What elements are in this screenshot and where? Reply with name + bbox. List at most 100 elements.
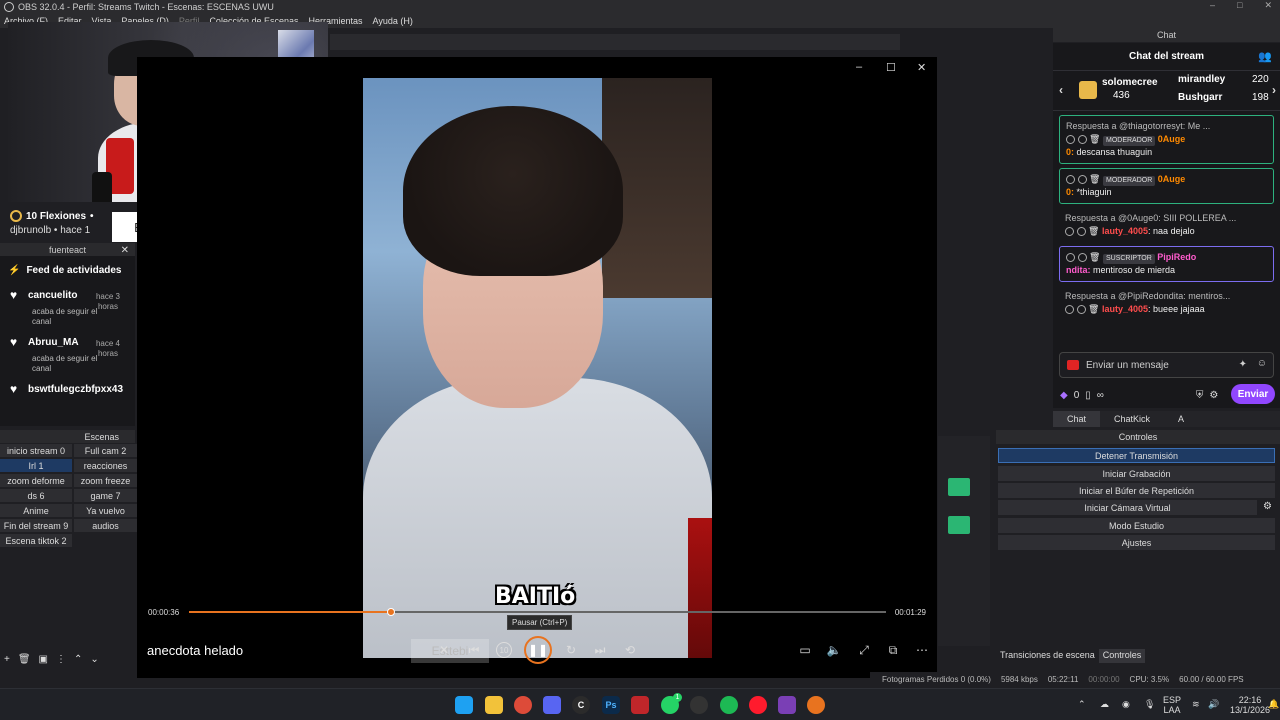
virtual-camera-button[interactable]: Iniciar Cámara Virtual [998, 500, 1257, 515]
scene-item[interactable]: Ya vuelvo [74, 504, 137, 517]
shield-icon[interactable]: ⛨ [1196, 390, 1204, 401]
forward-30-icon[interactable]: ↻ [560, 639, 582, 661]
seek-bar[interactable] [189, 608, 886, 616]
smiley-icon[interactable]: ☺ [1257, 358, 1267, 369]
green-toggle[interactable] [948, 516, 970, 534]
notification-icon[interactable]: 🔔 [1268, 699, 1279, 709]
tab-transitions[interactable]: Transiciones de escena [996, 649, 1099, 663]
tab-chatkick[interactable]: ChatKick [1100, 411, 1164, 427]
studio-mode-button[interactable]: Modo Estudio [998, 518, 1275, 533]
scene-item[interactable]: Escena tiktok 2 [0, 534, 72, 547]
mic-icon[interactable]: 🎙 [1144, 699, 1155, 709]
trash-icon[interactable]: 🗑 [18, 654, 31, 665]
stop-stream-button[interactable]: Detener Transmisión [998, 448, 1275, 463]
ban-icon[interactable] [1066, 135, 1075, 145]
trash-icon[interactable]: 🗑 [1088, 226, 1099, 236]
ban-icon[interactable] [1066, 175, 1075, 185]
send-button[interactable]: Enviar [1231, 384, 1275, 404]
move-down-icon[interactable]: ⌄ [90, 654, 98, 665]
scene-item[interactable]: zoom deforme [0, 474, 72, 487]
close-icon[interactable]: ✕ [917, 61, 926, 74]
wifi-icon[interactable]: ≋ [1192, 699, 1200, 709]
previous-icon[interactable]: ⏮ [463, 639, 485, 661]
scene-item[interactable]: inicio stream 0 [0, 444, 72, 457]
ban-icon[interactable] [1066, 253, 1075, 263]
move-up-icon[interactable]: ⌃ [74, 654, 82, 665]
repeat-off-icon[interactable]: ⟲ [619, 639, 641, 661]
next-icon[interactable]: ⏭ [589, 639, 611, 661]
file-explorer-icon[interactable] [485, 696, 503, 714]
emote-icon[interactable]: ✦ [1239, 359, 1247, 370]
close-dock-icon[interactable]: ✕ [121, 245, 129, 256]
maximize-icon[interactable]: □ [1237, 0, 1242, 11]
fullscreen-icon[interactable]: ⤢ [853, 639, 875, 661]
virtual-camera-settings-icon[interactable]: ⚙ [1263, 501, 1272, 512]
scene-item[interactable]: Anime [0, 504, 72, 517]
trash-icon[interactable]: 🗑 [1088, 304, 1099, 314]
timeout-icon[interactable] [1077, 135, 1087, 145]
cloud-icon[interactable]: ☁ [1100, 699, 1109, 709]
subtitles-icon[interactable]: ▭ [794, 639, 816, 661]
chevron-right-icon[interactable]: › [1272, 83, 1276, 97]
maximize-icon[interactable]: ☐ [886, 61, 896, 74]
menu-ayuda[interactable]: Ayuda (H) [373, 16, 413, 26]
clock[interactable]: 22:16 13/1/2026 [1230, 695, 1270, 715]
scene-item[interactable]: Full cam 2 [74, 444, 137, 457]
scene-item[interactable]: game 7 [74, 489, 137, 502]
timeout-icon[interactable] [1076, 305, 1086, 315]
discord-tray-icon[interactable]: ◉ [1122, 699, 1130, 709]
scene-item-active[interactable]: Irl 1 [0, 459, 72, 472]
minimize-icon[interactable]: – [856, 61, 862, 73]
seek-handle[interactable] [387, 608, 396, 616]
obs-icon[interactable] [690, 696, 708, 714]
trash-icon[interactable]: 🗑 [1089, 174, 1100, 184]
ccleaner-icon[interactable]: C [572, 696, 590, 714]
scene-item[interactable]: zoom freeze [74, 474, 137, 487]
language-indicator[interactable]: ESP LAA [1163, 695, 1181, 715]
tab-a[interactable]: A [1164, 411, 1198, 427]
points-icon[interactable]: ◆ [1060, 390, 1068, 401]
streamer-app-icon[interactable] [631, 696, 649, 714]
timeout-icon[interactable] [1077, 175, 1087, 185]
more-icon[interactable]: ⋯ [911, 639, 933, 661]
start-recording-button[interactable]: Iniciar Grabación [998, 466, 1275, 481]
properties-icon[interactable]: ⋮ [56, 654, 66, 665]
users-icon[interactable]: 👥 [1258, 50, 1272, 63]
discord-icon[interactable] [543, 696, 561, 714]
replay-buffer-button[interactable]: Iniciar el Búfer de Repetición [998, 483, 1275, 498]
scene-item[interactable]: Fin del stream 9 [0, 519, 72, 532]
opera-icon[interactable] [749, 696, 767, 714]
scene-item[interactable]: reacciones [74, 459, 137, 472]
minimize-icon[interactable]: – [1210, 0, 1215, 11]
close-icon[interactable]: ✕ [1264, 0, 1272, 11]
gear-icon[interactable]: ⚙ [1209, 390, 1218, 401]
pause-button[interactable]: ❚❚ [524, 636, 552, 664]
shuffle-icon[interactable]: ✕ [433, 639, 455, 661]
tab-controls[interactable]: Controles [1098, 649, 1146, 663]
chevron-left-icon[interactable]: ‹ [1059, 83, 1063, 97]
windows-start-icon[interactable] [455, 696, 473, 714]
scene-item[interactable]: ds 6 [0, 489, 72, 502]
chevron-up-icon[interactable]: ⌃ [1078, 699, 1086, 709]
photoshop-icon[interactable]: Ps [602, 696, 620, 714]
volume-icon[interactable]: 🔊 [1208, 699, 1219, 709]
video-frame[interactable] [363, 78, 712, 658]
trash-icon[interactable]: 🗑 [1089, 134, 1100, 144]
rewind-10-icon[interactable]: 10 [493, 639, 515, 661]
media-player-icon[interactable] [807, 696, 825, 714]
green-toggle[interactable] [948, 478, 970, 496]
filter-icon[interactable]: ▣ [39, 654, 48, 665]
miniplayer-icon[interactable]: ⧉ [882, 639, 904, 661]
timeout-icon[interactable] [1077, 253, 1087, 263]
settings-button[interactable]: Ajustes [998, 535, 1275, 550]
spotify-icon[interactable] [720, 696, 738, 714]
scene-item[interactable]: audios [74, 519, 137, 532]
chat-input[interactable]: Enviar un mensaje ✦ ☺ [1059, 352, 1274, 378]
tab-chat[interactable]: Chat [1053, 411, 1101, 427]
add-icon[interactable]: + [4, 654, 10, 665]
ban-icon[interactable] [1065, 227, 1074, 237]
chrome-icon[interactable] [514, 696, 532, 714]
game-app-icon[interactable] [778, 696, 796, 714]
volume-icon[interactable]: 🔈 [823, 639, 845, 661]
ban-icon[interactable] [1065, 305, 1074, 315]
